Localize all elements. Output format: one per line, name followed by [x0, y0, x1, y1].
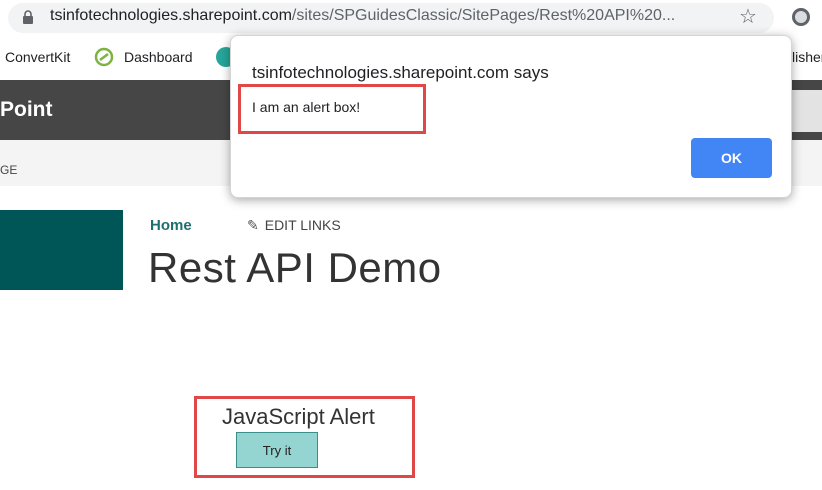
dialog-message: I am an alert box! — [252, 99, 361, 115]
nav-home-link[interactable]: Home — [150, 217, 192, 234]
try-it-button[interactable]: Try it — [236, 432, 318, 468]
url-text[interactable]: tsinfotechnologies.sharepoint.com/sites/… — [50, 7, 675, 25]
extension-icon[interactable] — [792, 8, 810, 26]
bookmark-publisher[interactable]: lisher — [792, 49, 822, 65]
bookmark-star-icon[interactable]: ☆ — [739, 4, 757, 29]
lock-icon — [23, 10, 33, 24]
edit-links-label: EDIT LINKS — [264, 217, 341, 233]
url-host: tsinfotechnologies.sharepoint.com — [50, 7, 292, 24]
url-path: /sites/SPGuidesClassic/SitePages/Rest%20… — [291, 7, 676, 24]
alert-dialog: tsinfotechnologies.sharepoint.com says I… — [230, 35, 792, 198]
dashboard-icon — [94, 47, 114, 67]
site-logo[interactable] — [0, 210, 123, 290]
suite-title[interactable]: Point — [0, 98, 53, 122]
ribbon-tab-page[interactable]: GE — [0, 163, 17, 177]
dialog-title: tsinfotechnologies.sharepoint.com says — [252, 63, 549, 82]
ok-button[interactable]: OK — [691, 138, 772, 178]
webpart-heading: JavaScript Alert — [222, 404, 375, 429]
page-title: Rest API Demo — [148, 244, 442, 291]
browser-toolbar: tsinfotechnologies.sharepoint.com/sites/… — [0, 0, 822, 36]
pencil-icon: ✎ — [247, 217, 259, 233]
bookmark-convertkit[interactable]: ConvertKit — [5, 49, 70, 65]
bookmark-dashboard[interactable]: Dashboard — [124, 49, 193, 65]
suite-bar-right-panel — [790, 90, 822, 132]
edit-links-button[interactable]: ✎ EDIT LINKS — [247, 217, 341, 234]
